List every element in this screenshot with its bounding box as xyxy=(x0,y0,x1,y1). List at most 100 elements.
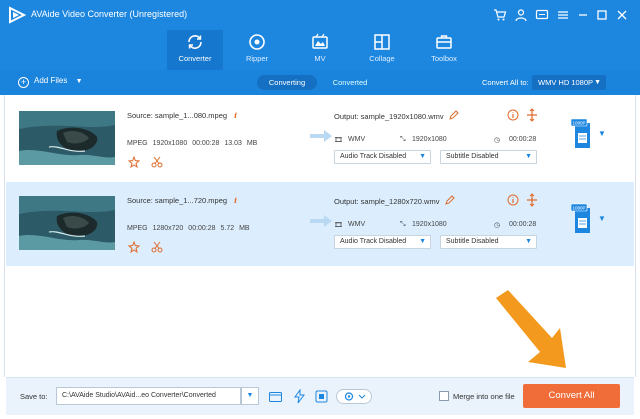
hardware-acceleration-icon[interactable] xyxy=(292,389,307,404)
video-thumbnail[interactable] xyxy=(19,196,115,250)
enhance-icon[interactable] xyxy=(127,155,141,169)
film-icon: 🎞 xyxy=(334,222,343,229)
subtitle-dropdown[interactable]: Subtitle Disabled ▼ xyxy=(440,235,537,249)
tab-collage-label: Collage xyxy=(369,54,395,63)
pointer-arrow-icon xyxy=(496,290,566,368)
user-icon[interactable] xyxy=(514,8,528,22)
toolbar: + Add Files ▼ Converting Converted Conver… xyxy=(0,70,640,95)
merge-label: Merge into one file xyxy=(453,392,515,401)
info-icon[interactable]: i xyxy=(234,111,237,120)
tab-toolbox-label: Toolbox xyxy=(431,54,457,63)
cut-icon[interactable] xyxy=(151,241,163,253)
output-filename: Output: sample_1280x720.wmv xyxy=(334,195,455,206)
tab-converter-label: Converter xyxy=(178,54,212,63)
source-format: MPEG xyxy=(127,225,148,232)
chevron-down-icon: ▼ xyxy=(525,153,532,160)
chevron-down-icon[interactable]: ▼ xyxy=(598,129,606,138)
audio-track-dropdown[interactable]: Audio Track Disabled ▼ xyxy=(334,150,431,164)
badge-resolution: 1080P xyxy=(572,206,585,211)
source-resolution: 1920x1080 xyxy=(152,140,188,147)
close-icon[interactable] xyxy=(615,8,629,22)
output-text: Output: sample_1280x720.wmv xyxy=(334,197,440,206)
tab-ripper[interactable]: Ripper xyxy=(229,30,285,70)
source-duration: 00:00:28 xyxy=(192,140,220,147)
source-size: 5.72 MB xyxy=(220,225,250,232)
resize-icon: ⤡ xyxy=(400,221,406,228)
source-text: Source: sample_1...720.mpeg xyxy=(127,196,228,205)
settings-move-icon[interactable] xyxy=(527,193,537,207)
edit-name-icon[interactable] xyxy=(448,110,459,120)
output-filename: Output: sample_1920x1080.wmv xyxy=(334,110,459,121)
film-icon: 🎞 xyxy=(334,137,343,144)
save-path-field[interactable]: C:\AVAide Studio\AVAid...eo Converter\Co… xyxy=(56,387,241,405)
convert-all-button[interactable]: Convert All xyxy=(523,384,620,408)
file-row: Source: sample_1...720.mpeg i MPEG 1280x7… xyxy=(6,182,634,266)
tab-collage[interactable]: Collage xyxy=(354,30,410,70)
wmv-file-icon[interactable]: 1080P xyxy=(571,117,591,149)
tab-mv[interactable]: MV xyxy=(292,30,348,70)
gpu-icon[interactable] xyxy=(314,389,329,404)
mv-icon xyxy=(312,33,328,49)
tab-ripper-label: Ripper xyxy=(245,54,269,63)
audio-track-dropdown[interactable]: Audio Track Disabled ▼ xyxy=(334,235,431,249)
add-files-label: Add Files xyxy=(34,76,68,85)
output-resolution: 1920x1080 xyxy=(412,221,447,228)
edit-name-icon[interactable] xyxy=(444,195,455,205)
settings-gear-icon[interactable] xyxy=(336,389,372,404)
toolbox-icon xyxy=(436,35,452,49)
settings-move-icon[interactable] xyxy=(527,108,537,122)
save-path-dropdown[interactable]: ▼ xyxy=(241,387,259,405)
convert-arrow-icon xyxy=(310,215,332,227)
video-thumbnail[interactable] xyxy=(19,111,115,165)
maximize-icon[interactable] xyxy=(595,8,609,22)
window-title: AVAide Video Converter (Unregistered) xyxy=(31,9,188,19)
cut-icon[interactable] xyxy=(151,156,163,168)
source-duration: 00:00:28 xyxy=(188,225,216,232)
chevron-down-icon[interactable]: ▼ xyxy=(76,78,83,85)
cart-icon[interactable] xyxy=(493,8,507,22)
source-meta: MPEG 1280x720 00:00:28 5.72 MB xyxy=(127,225,250,232)
tab-mv-label: MV xyxy=(314,54,326,63)
collage-icon xyxy=(374,34,390,50)
output-actions xyxy=(507,193,537,207)
edit-tools xyxy=(127,240,163,254)
chevron-down-icon: ▼ xyxy=(419,153,426,160)
info-circle-icon[interactable] xyxy=(507,109,519,121)
subtitle-dropdown[interactable]: Subtitle Disabled ▼ xyxy=(440,150,537,164)
chevron-down-icon[interactable]: ▼ xyxy=(598,214,606,223)
wmv-file-icon[interactable]: 1080P xyxy=(571,202,591,234)
edit-tools xyxy=(127,155,163,169)
subtitle-value: Subtitle Disabled xyxy=(446,238,499,245)
chevron-down-icon: ▼ xyxy=(594,79,601,86)
output-actions xyxy=(507,108,537,122)
output-format-line: 🎞 WMV ⤡ 1920x1080 ◷ 00:00:28 xyxy=(334,221,544,233)
enhance-icon[interactable] xyxy=(127,240,141,254)
title-bar: AVAide Video Converter (Unregistered) xyxy=(0,0,640,30)
tab-converted[interactable]: Converted xyxy=(320,75,380,90)
output-format-line: 🎞 WMV ⤡ 1920x1080 ◷ 00:00:28 xyxy=(334,136,544,148)
tab-converting[interactable]: Converting xyxy=(257,75,317,90)
output-text: Output: sample_1920x1080.wmv xyxy=(334,112,444,121)
tab-converter[interactable]: Converter xyxy=(167,30,223,70)
feedback-icon[interactable] xyxy=(535,8,549,22)
info-icon[interactable]: i xyxy=(234,196,237,205)
minimize-icon[interactable] xyxy=(576,8,590,22)
source-filename: Source: sample_1...720.mpeg i xyxy=(127,196,237,205)
audio-track-value: Audio Track Disabled xyxy=(340,153,407,160)
chevron-down-icon: ▼ xyxy=(419,238,426,245)
subtitle-value: Subtitle Disabled xyxy=(446,153,499,160)
info-circle-icon[interactable] xyxy=(507,194,519,206)
add-files-button[interactable]: + Add Files ▼ xyxy=(18,76,83,88)
open-folder-icon[interactable] xyxy=(268,389,283,404)
menu-icon[interactable] xyxy=(556,8,570,22)
convert-all-format-select[interactable]: WMV HD 1080P ▼ xyxy=(532,75,606,90)
audio-track-value: Audio Track Disabled xyxy=(340,238,407,245)
tab-toolbox[interactable]: Toolbox xyxy=(416,30,472,70)
source-format: MPEG xyxy=(127,140,148,147)
plus-icon: + xyxy=(18,77,29,88)
output-resolution: 1920x1080 xyxy=(412,136,447,143)
output-format: WMV xyxy=(348,221,366,228)
merge-checkbox[interactable] xyxy=(439,391,449,401)
convert-all-to-label: Convert All to: xyxy=(482,78,529,87)
chevron-down-icon: ▼ xyxy=(525,238,532,245)
